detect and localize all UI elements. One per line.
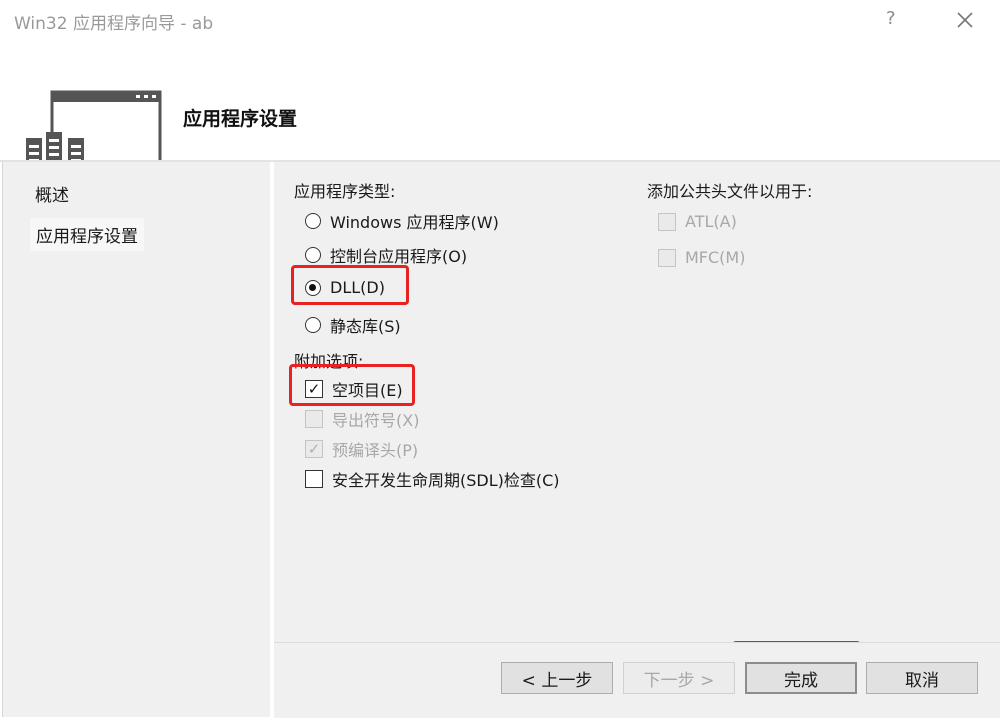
finish-button[interactable]: 完成 xyxy=(745,662,857,694)
radio-static-lib-label: 静态库(S) xyxy=(330,317,401,336)
common-headers-label: 添加公共头文件以用于: xyxy=(647,182,813,201)
checkbox-export-symbols: 导出符号(X) xyxy=(305,407,419,431)
checkbox-box xyxy=(305,410,323,428)
nav-item-app-settings[interactable]: 应用程序设置 xyxy=(30,218,144,251)
close-icon[interactable] xyxy=(955,10,975,30)
checkbox-box xyxy=(658,212,676,231)
title-bar: Win32 应用程序向导 - ab ? xyxy=(0,0,1000,40)
page-title: 应用程序设置 xyxy=(183,108,298,130)
checkbox-mfc-label: MFC(M) xyxy=(685,248,746,267)
checkmark-icon: ✓ xyxy=(305,440,323,458)
radio-button[interactable] xyxy=(305,317,321,333)
window-title: Win32 应用程序向导 - ab xyxy=(14,14,214,34)
checkbox-box xyxy=(658,248,676,267)
checkbox-mfc: MFC(M) xyxy=(658,248,745,267)
radio-windows-app[interactable]: Windows 应用程序(W) xyxy=(305,209,499,233)
prev-button[interactable]: < 上一步 xyxy=(501,662,613,694)
wizard-header: 应用程序设置 xyxy=(0,40,1000,180)
checkbox-precompiled-header-label: 预编译头(P) xyxy=(332,441,419,460)
radio-button[interactable] xyxy=(305,213,321,229)
checkbox-sdl-checks[interactable]: 安全开发生命周期(SDL)检查(C) xyxy=(305,467,560,491)
radio-button[interactable] xyxy=(305,247,321,263)
radio-windows-app-label: Windows 应用程序(W) xyxy=(330,213,499,232)
radio-console-app[interactable]: 控制台应用程序(O) xyxy=(305,243,467,267)
checkbox-box[interactable] xyxy=(305,470,323,488)
nav-item-overview[interactable]: 概述 xyxy=(29,177,75,210)
cancel-button[interactable]: 取消 xyxy=(866,662,978,694)
help-button[interactable]: ? xyxy=(886,8,896,29)
checkbox-sdl-checks-label: 安全开发生命周期(SDL)检查(C) xyxy=(332,471,560,490)
checkbox-atl-label: ATL(A) xyxy=(685,212,737,231)
radio-console-app-label: 控制台应用程序(O) xyxy=(330,247,468,266)
radio-static-lib[interactable]: 静态库(S) xyxy=(305,313,401,337)
next-button: 下一步 > xyxy=(623,662,735,694)
highlight-dll xyxy=(291,265,409,305)
app-type-label: 应用程序类型: xyxy=(294,182,396,201)
checkbox-export-symbols-label: 导出符号(X) xyxy=(332,411,420,430)
highlight-empty-project xyxy=(289,364,415,406)
checkbox-precompiled-header: ✓ 预编译头(P) xyxy=(305,437,418,461)
checkbox-atl: ATL(A) xyxy=(658,212,737,231)
